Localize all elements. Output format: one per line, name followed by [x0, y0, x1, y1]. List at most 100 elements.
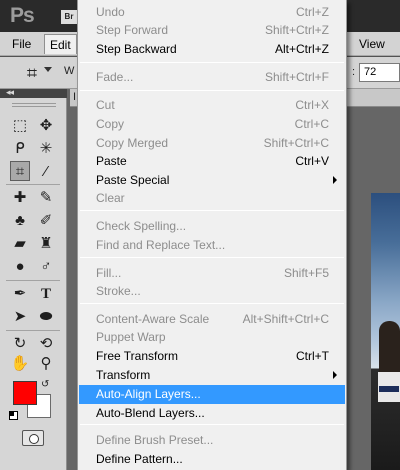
crop-preset-icon[interactable]: ⌗ — [22, 63, 42, 83]
pen-tool-icon[interactable]: ✒ — [10, 284, 30, 304]
menu-item-label: Define Pattern... — [96, 452, 183, 466]
menu-item[interactable]: Transform — [79, 366, 345, 385]
history-brush-icon[interactable]: ✐ — [36, 211, 56, 231]
menu-separator — [80, 210, 344, 211]
menu-item-label: Paste Special — [96, 173, 170, 187]
menu-file[interactable]: File — [7, 32, 36, 56]
collapse-icon[interactable]: ◂◂ — [6, 87, 14, 98]
menu-item[interactable]: Fade... Shift+Ctrl+F — [79, 68, 345, 87]
menu-item[interactable]: Auto-Blend Layers... — [79, 404, 345, 423]
path-selection-icon[interactable]: ➤ — [10, 307, 30, 327]
menu-item-label: Step Backward — [96, 42, 177, 56]
ellipse-tool-icon[interactable]: ⬬ — [36, 307, 56, 327]
menu-item[interactable]: Copy Merged Shift+Ctrl+C — [79, 134, 345, 153]
menu-item-shortcut: Shift+Ctrl+Z — [264, 23, 329, 37]
magic-wand-icon[interactable]: ✳ — [36, 139, 56, 159]
3d-rotate-icon[interactable]: ↻ — [10, 334, 30, 354]
menu-item-label: Content-Aware Scale — [96, 312, 210, 326]
menu-item[interactable]: Paste Special — [79, 171, 345, 190]
menu-item[interactable]: Puppet Warp — [79, 328, 345, 347]
menu-view[interactable]: View — [347, 32, 400, 56]
menu-item[interactable]: Free Transform Ctrl+T — [79, 347, 345, 366]
blur-tool-icon[interactable]: ● — [10, 257, 30, 277]
menu-item[interactable]: Copy Ctrl+C — [79, 115, 345, 134]
menu-item[interactable]: Check Spelling... — [79, 217, 345, 236]
eyedropper-tool-icon[interactable]: ⁄ — [36, 162, 56, 182]
menu-item-label: Copy Merged — [96, 136, 169, 150]
menu-item[interactable]: Content-Aware Scale Alt+Shift+Ctrl+C — [79, 310, 345, 329]
marquee-tool-icon[interactable]: ⬚ — [10, 116, 30, 136]
menu-item[interactable]: Undo Ctrl+Z — [79, 3, 345, 22]
dodge-tool-icon[interactable]: ♂ — [36, 257, 56, 277]
default-colors-icon[interactable] — [9, 411, 18, 420]
submenu-arrow-icon — [333, 371, 337, 379]
menu-item-label: Stroke... — [96, 284, 141, 298]
menu-item[interactable]: Clear — [79, 189, 345, 208]
menu-separator — [80, 257, 344, 258]
quick-mask-button[interactable] — [22, 430, 44, 446]
paint-bucket-icon[interactable]: ♜ — [36, 234, 56, 254]
menu-item[interactable]: Define Pattern... — [79, 450, 345, 469]
menu-item-label: Fade... — [96, 70, 134, 84]
chevron-down-icon[interactable] — [44, 67, 52, 72]
menu-item-label: Paste — [96, 154, 127, 168]
menu-item[interactable]: Define Brush Preset... — [79, 431, 345, 450]
menu-item-shortcut: Ctrl+V — [295, 154, 329, 168]
healing-brush-icon[interactable]: ✚ — [10, 188, 30, 208]
menu-edit[interactable]: Edit — [44, 34, 77, 54]
toolbox-divider — [6, 184, 60, 185]
lasso-tool-icon[interactable]: ᑭ — [10, 139, 30, 159]
edit-menu-dropdown: Undo Ctrl+Z Step Forward Shift+Ctrl+Z Step B… — [77, 0, 347, 470]
menu-item-label: Auto-Blend Layers... — [96, 406, 205, 420]
person-shirt — [378, 372, 400, 402]
menu-item[interactable]: Find and Replace Text... — [79, 236, 345, 255]
menu-item-label: Fill... — [96, 266, 122, 280]
toolbox-grip[interactable] — [12, 103, 56, 107]
resolution-label: : — [352, 66, 356, 78]
hand-tool-icon[interactable]: ✋ — [10, 354, 30, 374]
menu-item-label: Clear — [96, 191, 125, 205]
menu-item-label: Copy — [96, 117, 125, 131]
menu-item-shortcut: Shift+Ctrl+F — [264, 70, 329, 84]
submenu-arrow-icon — [333, 176, 337, 184]
menu-item-label: Transform — [96, 368, 151, 382]
menu-item-shortcut: Shift+F5 — [283, 266, 329, 280]
menu-item[interactable]: Cut Ctrl+X — [79, 96, 345, 115]
toolbox-divider — [6, 280, 60, 281]
move-tool-icon[interactable]: ✥ — [36, 116, 56, 136]
menu-separator — [80, 424, 344, 425]
brush-tool-icon[interactable]: ✎ — [36, 188, 56, 208]
document-tab-label: I — [73, 91, 77, 103]
foreground-color-swatch[interactable] — [13, 381, 37, 405]
crop-tool-icon[interactable]: ⌗ — [10, 161, 30, 181]
menu-item-label: Check Spelling... — [96, 219, 187, 233]
menu-item-label: Auto-Align Layers... — [96, 387, 201, 401]
toolbox-divider — [6, 330, 60, 331]
bridge-button[interactable]: Br — [61, 10, 77, 24]
toolbox-header[interactable]: ◂◂ — [0, 87, 67, 98]
resolution-input[interactable]: 72 — [359, 63, 400, 82]
menu-item-shortcut: Alt+Shift+Ctrl+C — [242, 312, 329, 326]
menu-item-label: Cut — [96, 98, 115, 112]
menu-item[interactable]: Stroke... — [79, 282, 345, 301]
3d-orbit-icon[interactable]: ⟲ — [36, 334, 56, 354]
menu-item-shortcut: Ctrl+X — [295, 98, 329, 112]
menu-item[interactable]: Step Forward Shift+Ctrl+Z — [79, 21, 345, 40]
menu-separator — [80, 303, 344, 304]
zoom-tool-icon[interactable]: ⚲ — [36, 354, 56, 374]
menu-item[interactable]: Step Backward Alt+Ctrl+Z — [79, 40, 345, 59]
menu-item-label: Define Brush Preset... — [96, 433, 214, 447]
clone-stamp-icon[interactable]: ♣ — [10, 211, 30, 231]
menu-separator — [80, 90, 344, 91]
eraser-tool-icon[interactable]: ▰ — [10, 234, 30, 254]
menu-item[interactable]: Paste Ctrl+V — [79, 152, 345, 171]
menu-item[interactable]: Auto-Align Layers... — [79, 385, 345, 404]
menu-item-label: Step Forward — [96, 23, 169, 37]
menu-item[interactable]: Fill... Shift+F5 — [79, 264, 345, 283]
swap-colors-icon[interactable]: ↺ — [41, 379, 53, 391]
width-label: W — [64, 65, 75, 77]
type-tool-icon[interactable]: T — [36, 284, 56, 304]
menu-item-shortcut: Ctrl+C — [294, 117, 329, 131]
menu-item-label: Undo — [96, 5, 125, 19]
menu-item-shortcut: Shift+Ctrl+C — [263, 136, 329, 150]
